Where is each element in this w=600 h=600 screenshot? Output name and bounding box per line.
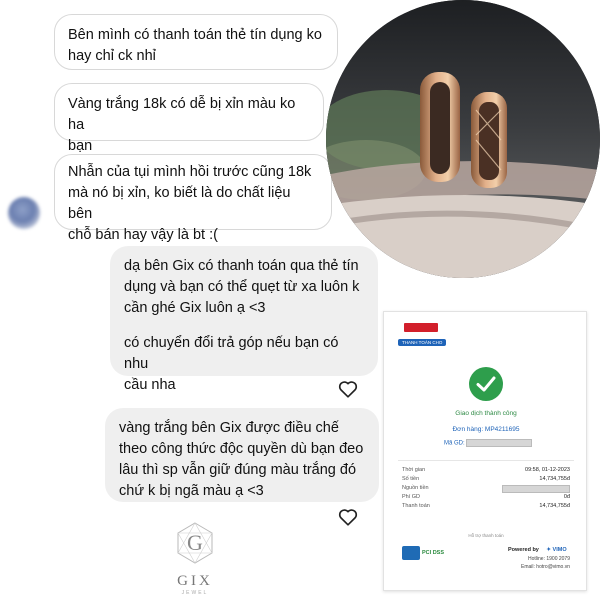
transaction-code-label: Mã GD: bbox=[444, 440, 465, 447]
vimo-text: VIMO bbox=[552, 547, 567, 553]
transaction-code: Mã GD: bbox=[444, 439, 533, 447]
vimo-logo: ✦ VIMO bbox=[546, 547, 567, 553]
message-line: cầu nha bbox=[124, 377, 176, 393]
sender-avatar[interactable] bbox=[8, 197, 40, 229]
pci-text: PCI DSS bbox=[422, 550, 445, 556]
message-line: vàng trắng bên Gix được điều chế bbox=[119, 420, 339, 436]
row-value: 0đ bbox=[563, 494, 570, 500]
hotline: Hotline: 1900 2079 bbox=[528, 556, 570, 562]
support-email: Email: hotro@vimo.vn bbox=[521, 564, 570, 570]
receipt-row-time: Thời gian 09:58, 01-12-2023 bbox=[402, 467, 570, 473]
incoming-message-1: Bên mình có thanh toán thẻ tín dụng ko h… bbox=[54, 14, 338, 70]
heart-icon[interactable] bbox=[337, 378, 359, 400]
gix-logo: G GIX JEWEL bbox=[172, 520, 218, 600]
logo-name: GIX bbox=[177, 573, 213, 589]
incoming-message-2: Vàng trắng 18k có dễ bị xỉn màu ko ha bạ… bbox=[54, 83, 324, 154]
message-line: cần ghé Gix luôn ạ <3 bbox=[124, 300, 266, 316]
heart-icon[interactable] bbox=[337, 506, 359, 528]
support-label: Hỗ trợ thanh toán bbox=[468, 533, 504, 538]
message-line: theo công thức độc quyền dù bạn đeo bbox=[119, 441, 364, 457]
row-label: Thanh toán bbox=[402, 503, 430, 509]
ring-photo-art bbox=[326, 0, 600, 278]
receipt-row-fee: Phí GD 0đ bbox=[402, 494, 570, 500]
row-label: Thời gian bbox=[402, 467, 426, 473]
receipt-row-amount: Số tiền 14,734,755đ bbox=[402, 476, 570, 482]
outgoing-message-2: vàng trắng bên Gix được điều chế theo cô… bbox=[105, 408, 379, 502]
receipt-divider bbox=[398, 460, 574, 461]
message-line: dụng và bạn có thể quẹt từ xa luôn k bbox=[124, 279, 360, 295]
message-line: Vàng trắng 18k có dễ bị xỉn màu ko ha bbox=[68, 96, 296, 133]
message-line: dạ bên Gix có thanh toán qua thẻ tín bbox=[124, 258, 359, 274]
message-line: chỗ bán hay vậy là bt :( bbox=[68, 227, 218, 243]
powered-by: Powered by ✦ VIMO bbox=[508, 547, 567, 553]
pci-mark bbox=[402, 546, 420, 560]
incoming-message-3: Nhẫn của tụi mình hồi trước cũng 18k mà … bbox=[54, 154, 332, 243]
outgoing-message-1: dạ bên Gix có thanh toán qua thẻ tín dụn… bbox=[110, 246, 378, 393]
message-line: Bên mình có thanh toán thẻ tín dụng ko bbox=[68, 27, 322, 43]
order-number: Đơn hàng: MP4211695 bbox=[452, 426, 520, 433]
bank-logo bbox=[404, 323, 438, 332]
payment-receipt[interactable]: THANH TOÁN CHO Giao dịch thành công Đơn … bbox=[383, 311, 587, 591]
message-line: Nhẫn của tụi mình hồi trước cũng 18k bbox=[68, 164, 312, 180]
message-line: mà nó bị xỉn, ko biết là do chất liệu bê… bbox=[68, 185, 291, 222]
logo-subtitle: JEWEL bbox=[181, 590, 209, 596]
powered-by-label: Powered by bbox=[508, 547, 539, 553]
row-label: Số tiền bbox=[402, 476, 420, 482]
masked-value bbox=[466, 439, 533, 447]
row-value: 14,734,755đ bbox=[539, 476, 570, 482]
message-line: chứ k bị ngã màu ạ <3 bbox=[119, 483, 264, 499]
gix-emblem-icon: G bbox=[177, 522, 213, 564]
row-value: 14,734,755đ bbox=[539, 503, 570, 509]
ring-photo[interactable] bbox=[326, 0, 600, 278]
pci-dss-logo: PCI DSS bbox=[402, 546, 444, 560]
success-check-icon bbox=[469, 367, 503, 401]
receipt-badge: THANH TOÁN CHO bbox=[398, 339, 447, 346]
message-line: hay chỉ ck nhỉ bbox=[68, 48, 156, 64]
receipt-row-source: Nguồn tiền bbox=[402, 485, 570, 493]
row-value: 09:58, 01-12-2023 bbox=[525, 467, 570, 473]
masked-value bbox=[502, 485, 570, 493]
row-label: Phí GD bbox=[402, 494, 421, 500]
transaction-status: Giao dịch thành công bbox=[455, 410, 517, 417]
row-label: Nguồn tiền bbox=[402, 485, 429, 491]
receipt-row-total: Thanh toán 14,734,755đ bbox=[402, 503, 570, 509]
message-line: lâu thì sp vẫn giữ đúng màu trắng đó bbox=[119, 462, 357, 478]
message-line: có chuyển đổi trả góp nếu bạn có nhu bbox=[124, 335, 339, 372]
logo-letter: G bbox=[187, 530, 203, 555]
